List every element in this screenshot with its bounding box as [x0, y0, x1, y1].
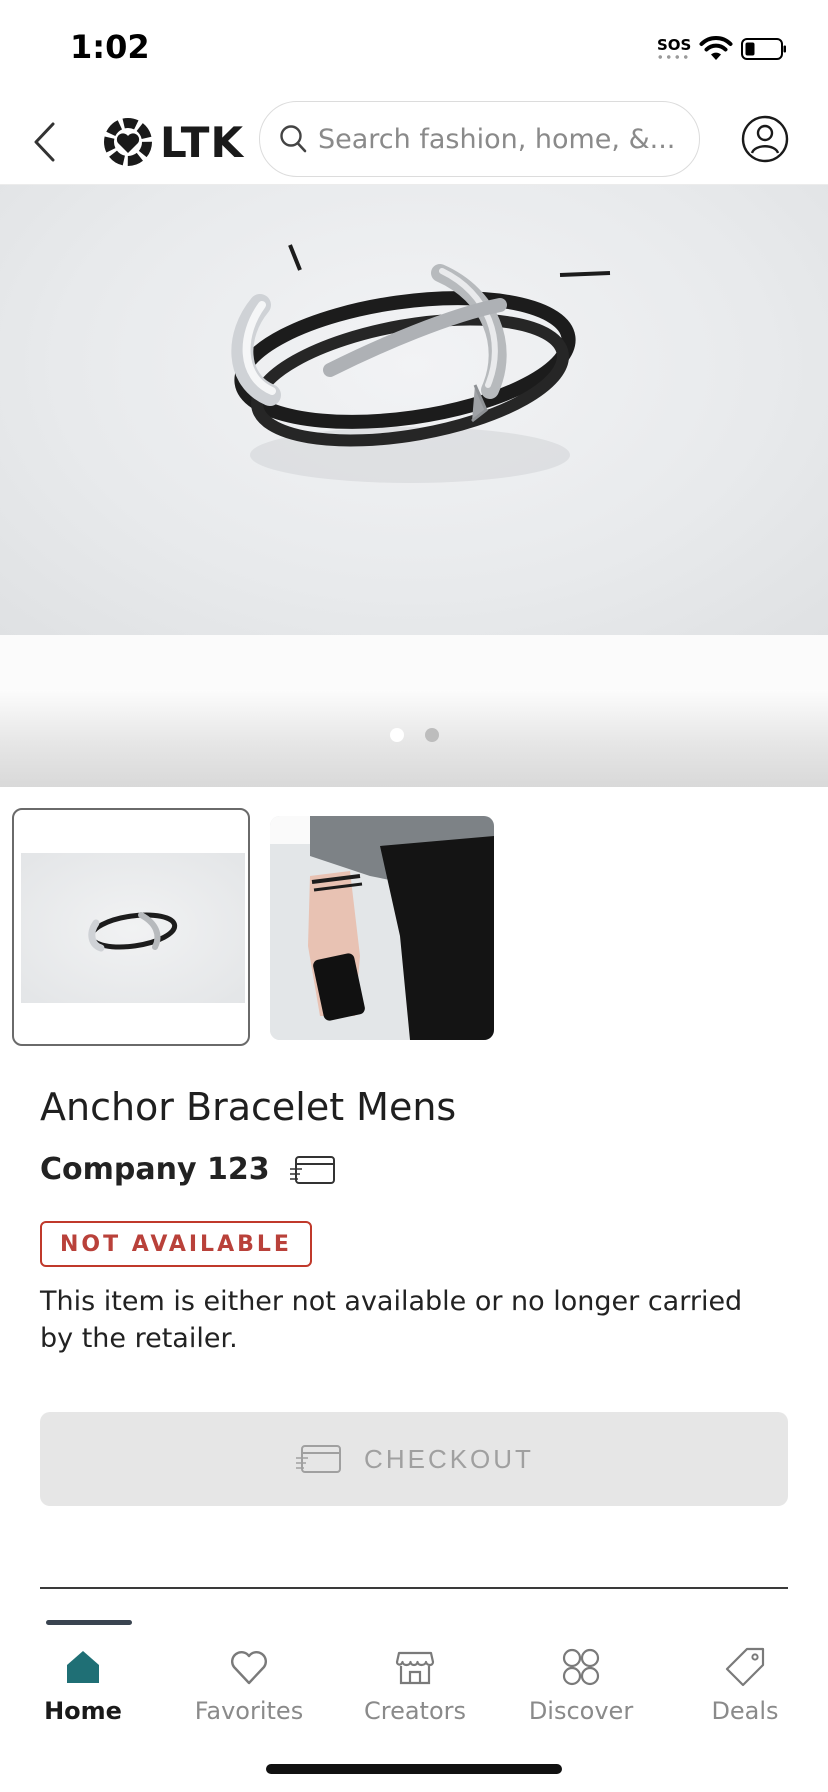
signal-dots-icon — [656, 55, 690, 59]
thumbnail-bracelet-illustration — [88, 912, 178, 952]
carousel-fade — [0, 690, 828, 787]
status-bar: 1:02 SOS — [0, 0, 828, 100]
section-divider — [40, 1587, 788, 1589]
product-title: Anchor Bracelet Mens — [40, 1085, 457, 1129]
search-input[interactable]: Search fashion, home, &... — [259, 101, 700, 177]
nav-label-discover: Discover — [528, 1697, 634, 1725]
nav-item-home[interactable]: Home — [0, 1625, 166, 1735]
nav-label-creators: Creators — [363, 1697, 467, 1725]
back-button[interactable] — [26, 114, 66, 170]
carousel-dot[interactable] — [425, 728, 439, 742]
grid-icon — [562, 1648, 600, 1686]
credit-card-icon — [289, 1155, 335, 1184]
wifi-icon — [699, 36, 733, 60]
thumbnail-2[interactable] — [270, 816, 494, 1040]
sos-indicator: SOS — [657, 36, 692, 54]
anchor-bracelet-illustration — [231, 244, 611, 483]
brand-row[interactable]: Company 123 — [40, 1152, 336, 1187]
carousel-dot-active[interactable] — [390, 728, 404, 742]
thumbnail-1-selected[interactable] — [12, 808, 250, 1046]
checkout-button[interactable]: CHECKOUT — [40, 1412, 788, 1506]
credit-card-icon — [296, 1445, 342, 1473]
nav-label-favorites: Favorites — [194, 1697, 304, 1725]
home-icon — [67, 1651, 99, 1683]
nav-item-discover[interactable]: Discover — [498, 1625, 664, 1735]
account-icon[interactable] — [740, 114, 790, 164]
availability-note: This item is either not available or no … — [40, 1286, 743, 1354]
product-main-image — [0, 185, 828, 635]
search-icon — [280, 125, 307, 153]
home-indicator — [266, 1764, 562, 1774]
heart-icon — [231, 1651, 267, 1685]
status-time: 1:02 — [70, 28, 150, 66]
nav-item-creators[interactable]: Creators — [332, 1625, 498, 1735]
thumbnail-bracelet-image — [21, 853, 245, 1003]
logo-text: LTK — [160, 117, 245, 167]
nav-item-deals[interactable]: Deals — [662, 1625, 828, 1735]
ltk-logo-icon — [104, 118, 152, 166]
not-available-badge: NOT AVAILABLE — [40, 1221, 312, 1267]
thumbnail-wrist-illustration — [270, 816, 494, 1040]
nav-item-favorites[interactable]: Favorites — [166, 1625, 332, 1735]
tag-icon — [725, 1647, 765, 1687]
nav-label-deals: Deals — [711, 1697, 779, 1725]
battery-icon — [741, 38, 786, 60]
app-header: LTK Search fashion, home, &... — [0, 100, 828, 185]
product-image-carousel[interactable] — [0, 185, 828, 787]
storefront-icon — [395, 1651, 435, 1685]
checkout-label: CHECKOUT — [364, 1443, 534, 1474]
ltk-logo[interactable]: LTK — [102, 114, 244, 170]
brand-name[interactable]: Company 123 — [40, 1152, 270, 1187]
search-placeholder: Search fashion, home, &... — [318, 123, 676, 155]
nav-label-home: Home — [44, 1697, 122, 1725]
